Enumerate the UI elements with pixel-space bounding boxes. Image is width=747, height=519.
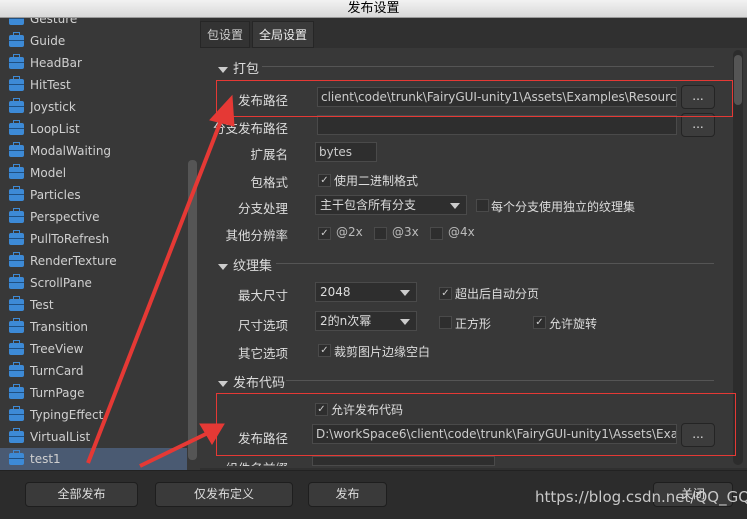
annotation-arrow-2 xyxy=(139,430,211,468)
publish-all-button[interactable]: 全部发布 xyxy=(25,482,138,507)
publish-definition-button[interactable]: 仅发布定义 xyxy=(155,482,293,507)
annotation-arrow-1 xyxy=(86,117,224,464)
annotation-arrowhead-1 xyxy=(209,94,235,127)
publish-button[interactable]: 发布 xyxy=(308,482,387,507)
annotation-arrows xyxy=(86,94,235,468)
watermark: https://blog.csdn.net/QQ_GQ xyxy=(535,488,747,506)
